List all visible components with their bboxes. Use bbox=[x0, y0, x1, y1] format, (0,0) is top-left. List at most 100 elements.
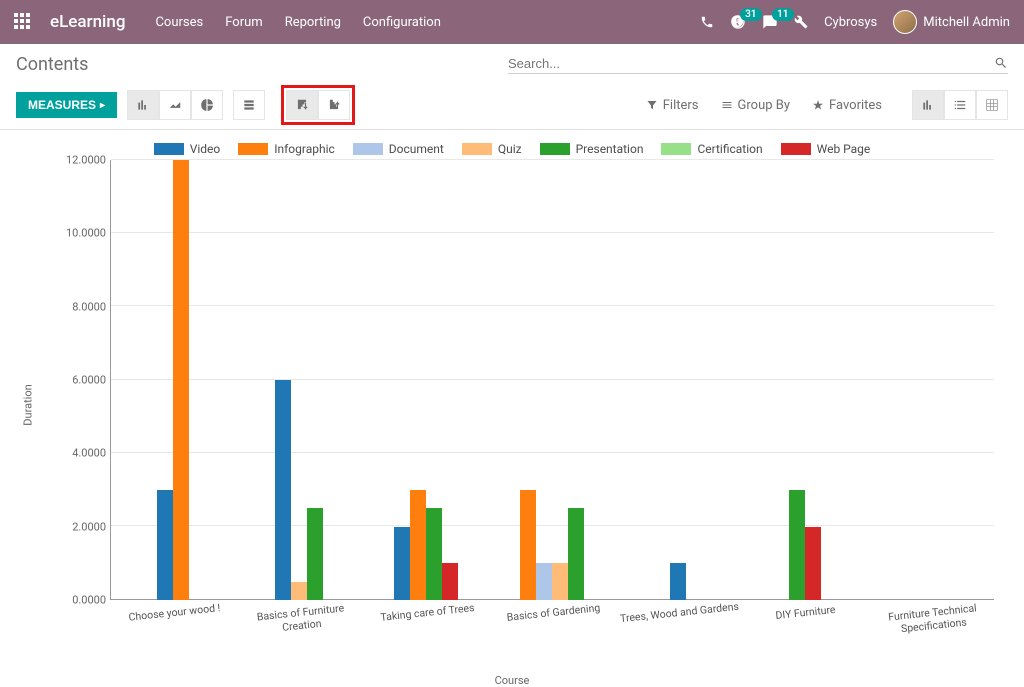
user-name: Mitchell Admin bbox=[923, 15, 1010, 30]
bar[interactable] bbox=[307, 508, 323, 600]
legend-swatch bbox=[353, 143, 383, 155]
legend-swatch bbox=[661, 143, 691, 155]
bar[interactable] bbox=[442, 563, 458, 600]
menu-courses[interactable]: Courses bbox=[155, 15, 203, 30]
chart-type-group bbox=[127, 90, 223, 120]
category-group bbox=[110, 160, 236, 600]
stacked-button[interactable] bbox=[233, 90, 265, 120]
legend-item[interactable]: Infographic bbox=[238, 142, 335, 156]
line-chart-button[interactable] bbox=[159, 90, 191, 120]
bar[interactable] bbox=[568, 508, 584, 600]
search-options: Filters Group By Favorites bbox=[646, 98, 882, 113]
chart-legend: Video Infographic Document Quiz Presentation… bbox=[20, 142, 1004, 156]
bar[interactable] bbox=[520, 490, 536, 600]
avatar bbox=[893, 10, 917, 34]
y-tick: 0.0000 bbox=[72, 594, 106, 607]
pie-chart-button[interactable] bbox=[191, 90, 223, 120]
x-tick: Choose your wood ! bbox=[110, 593, 241, 656]
apps-icon[interactable] bbox=[14, 13, 32, 31]
tools-icon[interactable] bbox=[794, 15, 808, 29]
x-axis-label: Course bbox=[20, 674, 1004, 687]
legend-swatch bbox=[540, 143, 570, 155]
activities-icon[interactable]: 31 bbox=[730, 14, 746, 30]
main-menu: Courses Forum Reporting Configuration bbox=[155, 15, 440, 30]
chart-area: Video Infographic Document Quiz Presentation… bbox=[0, 130, 1024, 687]
x-tick: Trees, Wood and Gardens bbox=[615, 593, 746, 656]
stacking-group bbox=[233, 90, 265, 120]
category-group bbox=[741, 160, 867, 600]
bar[interactable] bbox=[426, 508, 442, 600]
menu-forum[interactable]: Forum bbox=[225, 15, 262, 30]
legend-label: Infographic bbox=[274, 142, 335, 156]
search-input[interactable] bbox=[508, 56, 994, 71]
chart-plot: Duration 0.00002.00004.00006.00008.00001… bbox=[64, 160, 994, 650]
breadcrumb: Contents bbox=[16, 54, 88, 75]
legend-item[interactable]: Video bbox=[154, 142, 221, 156]
category-group bbox=[489, 160, 615, 600]
app-brand: eLearning bbox=[50, 12, 125, 32]
x-tick: DIY Furniture bbox=[742, 593, 873, 656]
y-tick: 10.0000 bbox=[66, 227, 106, 240]
user-menu[interactable]: Mitchell Admin bbox=[893, 10, 1010, 34]
bar[interactable] bbox=[275, 380, 291, 600]
legend-swatch bbox=[238, 143, 268, 155]
legend-label: Certification bbox=[697, 142, 762, 156]
search-icon[interactable] bbox=[994, 56, 1008, 70]
x-tick: Furniture Technical Specifications bbox=[868, 593, 999, 656]
sort-asc-button[interactable] bbox=[318, 90, 350, 120]
bar[interactable] bbox=[291, 582, 307, 600]
bar[interactable] bbox=[789, 490, 805, 600]
legend-item[interactable]: Presentation bbox=[540, 142, 644, 156]
category-group bbox=[615, 160, 741, 600]
category-group bbox=[868, 160, 994, 600]
bar[interactable] bbox=[173, 160, 189, 600]
y-axis: 0.00002.00004.00006.00008.000010.000012.… bbox=[64, 160, 110, 600]
y-axis-label: Duration bbox=[22, 384, 35, 425]
x-axis-ticks: Choose your wood !Basics of Furniture Cr… bbox=[110, 600, 994, 650]
bar[interactable] bbox=[394, 527, 410, 600]
sort-desc-button[interactable] bbox=[286, 90, 318, 120]
favorites-button[interactable]: Favorites bbox=[812, 98, 882, 113]
legend-item[interactable]: Document bbox=[353, 142, 444, 156]
menu-configuration[interactable]: Configuration bbox=[363, 15, 441, 30]
top-nav: eLearning Courses Forum Reporting Config… bbox=[0, 0, 1024, 44]
chart-bars bbox=[110, 160, 994, 600]
measures-button[interactable]: MEASURES bbox=[16, 92, 117, 118]
bar[interactable] bbox=[805, 527, 821, 600]
legend-label: Document bbox=[389, 142, 444, 156]
legend-label: Presentation bbox=[576, 142, 644, 156]
y-tick: 12.0000 bbox=[66, 154, 106, 167]
messages-badge: 11 bbox=[772, 8, 793, 21]
activities-badge: 31 bbox=[740, 8, 761, 21]
bar-chart-button[interactable] bbox=[127, 90, 159, 120]
legend-label: Video bbox=[190, 142, 221, 156]
legend-item[interactable]: Web Page bbox=[781, 142, 871, 156]
company-name[interactable]: Cybrosys bbox=[824, 15, 877, 30]
menu-reporting[interactable]: Reporting bbox=[285, 15, 341, 30]
pivot-view-button[interactable] bbox=[976, 90, 1008, 120]
legend-label: Quiz bbox=[498, 142, 522, 156]
bar[interactable] bbox=[157, 490, 173, 600]
legend-swatch bbox=[781, 143, 811, 155]
y-tick: 2.0000 bbox=[72, 520, 106, 533]
messages-icon[interactable]: 11 bbox=[762, 14, 778, 30]
search-bar[interactable] bbox=[508, 56, 1008, 74]
bar[interactable] bbox=[410, 490, 426, 600]
legend-label: Web Page bbox=[817, 142, 871, 156]
category-group bbox=[363, 160, 489, 600]
phone-icon[interactable] bbox=[700, 15, 714, 29]
y-tick: 8.0000 bbox=[72, 300, 106, 313]
filters-button[interactable]: Filters bbox=[646, 98, 699, 113]
bar[interactable] bbox=[670, 563, 686, 600]
legend-item[interactable]: Quiz bbox=[462, 142, 522, 156]
list-view-button[interactable] bbox=[944, 90, 976, 120]
bar[interactable] bbox=[552, 563, 568, 600]
bar[interactable] bbox=[536, 563, 552, 600]
x-tick: Basics of Furniture Creation bbox=[237, 593, 368, 656]
legend-swatch bbox=[462, 143, 492, 155]
legend-item[interactable]: Certification bbox=[661, 142, 762, 156]
category-group bbox=[236, 160, 362, 600]
groupby-button[interactable]: Group By bbox=[721, 98, 791, 113]
graph-view-button[interactable] bbox=[912, 90, 944, 120]
x-tick: Taking care of Trees bbox=[363, 593, 494, 656]
